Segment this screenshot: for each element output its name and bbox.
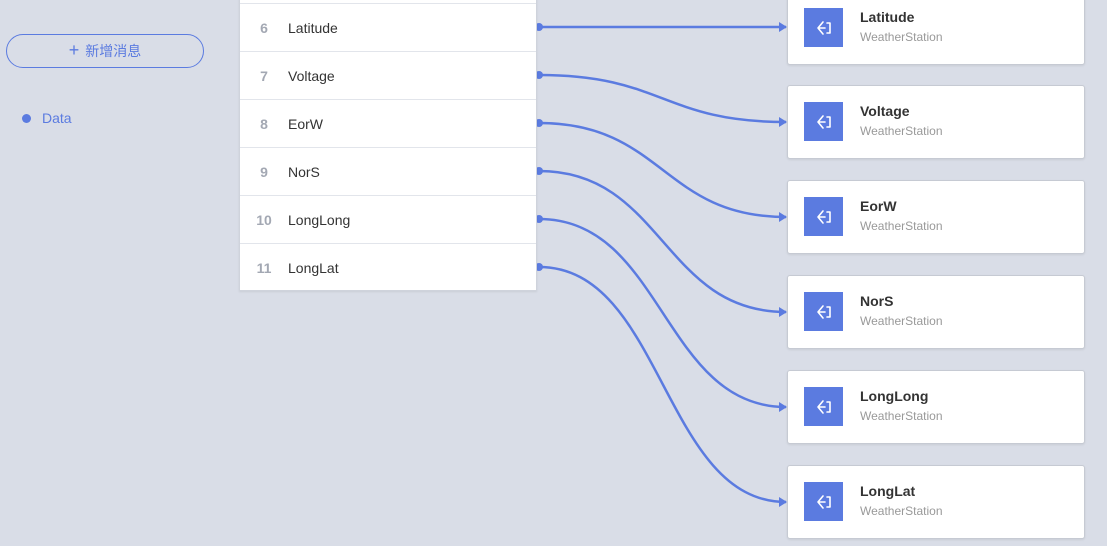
field-name: Latitude <box>288 19 338 36</box>
field-row[interactable]: 7 Voltage <box>240 51 536 99</box>
mapping-link[interactable] <box>538 169 787 317</box>
mapping-link[interactable] <box>538 217 787 412</box>
mapping-link[interactable] <box>538 73 787 127</box>
source-field-list: 6 Latitude 7 Voltage 8 EorW 9 NorS 10 Lo… <box>239 0 537 291</box>
field-name: LongLat <box>288 259 339 276</box>
input-arrow-icon <box>804 8 843 47</box>
target-card[interactable]: EorW WeatherStation <box>787 180 1085 254</box>
field-index: 11 <box>256 259 272 276</box>
field-index: 9 <box>260 163 268 180</box>
input-arrow-icon <box>804 102 843 141</box>
mapping-link[interactable] <box>538 265 787 507</box>
field-name: EorW <box>288 115 323 132</box>
target-subtitle: WeatherStation <box>860 409 943 423</box>
field-row[interactable]: 6 Latitude <box>240 3 536 51</box>
target-card[interactable]: Voltage WeatherStation <box>787 85 1085 159</box>
target-title: NorS <box>860 293 894 309</box>
target-card[interactable]: NorS WeatherStation <box>787 275 1085 349</box>
field-row[interactable]: 9 NorS <box>240 147 536 195</box>
target-subtitle: WeatherStation <box>860 124 943 138</box>
target-card[interactable]: LongLat WeatherStation <box>787 465 1085 539</box>
input-arrow-icon <box>804 387 843 426</box>
target-card[interactable]: LongLong WeatherStation <box>787 370 1085 444</box>
target-subtitle: WeatherStation <box>860 314 943 328</box>
field-row[interactable]: 10 LongLong <box>240 195 536 243</box>
field-name: Voltage <box>288 67 335 84</box>
input-arrow-icon <box>804 482 843 521</box>
target-title: Latitude <box>860 9 915 25</box>
field-index: 10 <box>256 211 272 228</box>
field-index: 7 <box>260 67 268 84</box>
target-title: EorW <box>860 198 897 214</box>
field-name: LongLong <box>288 211 351 228</box>
target-card[interactable]: Latitude WeatherStation <box>787 0 1085 65</box>
target-title: LongLong <box>860 388 929 404</box>
mapping-link[interactable] <box>538 121 787 222</box>
field-index: 8 <box>260 115 268 132</box>
field-index: 6 <box>260 19 268 36</box>
field-row[interactable]: 11 LongLat <box>240 243 536 291</box>
target-title: LongLat <box>860 483 916 499</box>
target-title: Voltage <box>860 103 910 119</box>
target-subtitle: WeatherStation <box>860 30 943 44</box>
target-subtitle: WeatherStation <box>860 504 943 518</box>
input-arrow-icon <box>804 292 843 331</box>
field-name: NorS <box>288 163 320 180</box>
target-subtitle: WeatherStation <box>860 219 943 233</box>
field-row[interactable]: 8 EorW <box>240 99 536 147</box>
input-arrow-icon <box>804 197 843 236</box>
